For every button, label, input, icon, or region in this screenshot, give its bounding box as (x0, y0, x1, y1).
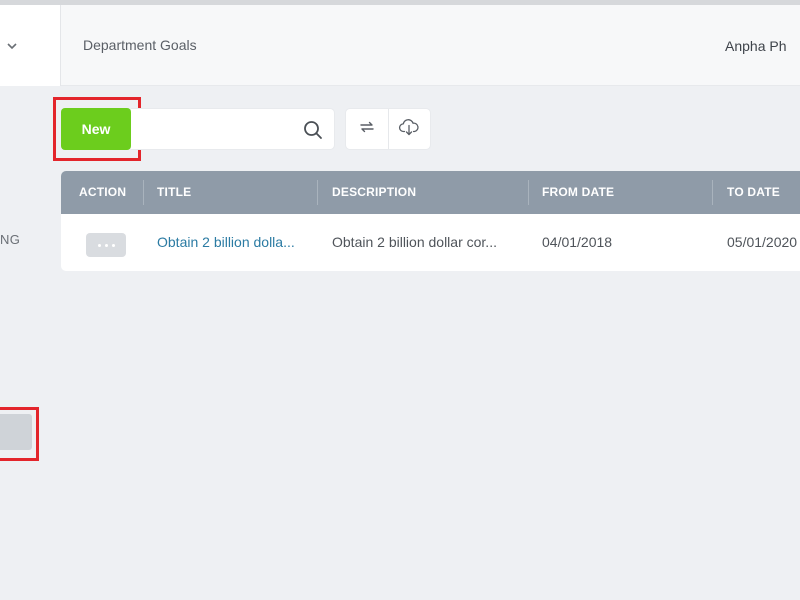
highlight-box-new (53, 97, 141, 161)
search-input[interactable] (139, 117, 289, 143)
search-icon[interactable] (303, 120, 323, 145)
more-icon (97, 243, 101, 247)
column-header-description[interactable]: DESCRIPTION (332, 171, 416, 214)
user-name[interactable]: Anpha Ph (725, 38, 787, 54)
top-bar: Department Goals Anpha Ph (61, 5, 800, 86)
table-header: ACTION TITLE DESCRIPTION FROM DATE TO DA… (61, 171, 800, 214)
table-row[interactable]: Obtain 2 billion dolla... Obtain 2 billi… (61, 214, 800, 271)
column-header-action: ACTION (79, 185, 127, 199)
row-title-link[interactable]: Obtain 2 billion dolla... (157, 214, 315, 271)
column-separator[interactable] (317, 180, 318, 205)
search-box (131, 108, 335, 150)
row-to-date: 05/01/2020 (727, 234, 798, 250)
column-header-from-date[interactable]: FROM DATE (542, 171, 614, 214)
column-separator[interactable] (712, 180, 713, 205)
highlight-box-sidebar (0, 407, 39, 461)
row-description: Obtain 2 billion dollar cor... (332, 234, 497, 250)
sidebar-header (0, 5, 61, 86)
column-header-title[interactable]: TITLE (157, 171, 191, 214)
column-header-to-date[interactable]: TO DATE (727, 171, 780, 214)
column-separator[interactable] (528, 180, 529, 205)
download-button[interactable] (387, 109, 430, 149)
page-title: Department Goals (83, 37, 197, 53)
row-action-button[interactable] (86, 233, 126, 257)
refresh-button[interactable] (346, 109, 388, 149)
column-separator[interactable] (143, 180, 144, 205)
chevron-down-icon[interactable] (6, 40, 18, 52)
sidebar-item-label[interactable]: NG (0, 232, 20, 247)
row-from-date: 04/01/2018 (542, 234, 613, 250)
goals-table: ACTION TITLE DESCRIPTION FROM DATE TO DA… (61, 171, 800, 271)
refresh-icon (358, 118, 376, 141)
tool-group (345, 108, 431, 150)
cloud-download-icon (398, 117, 420, 142)
